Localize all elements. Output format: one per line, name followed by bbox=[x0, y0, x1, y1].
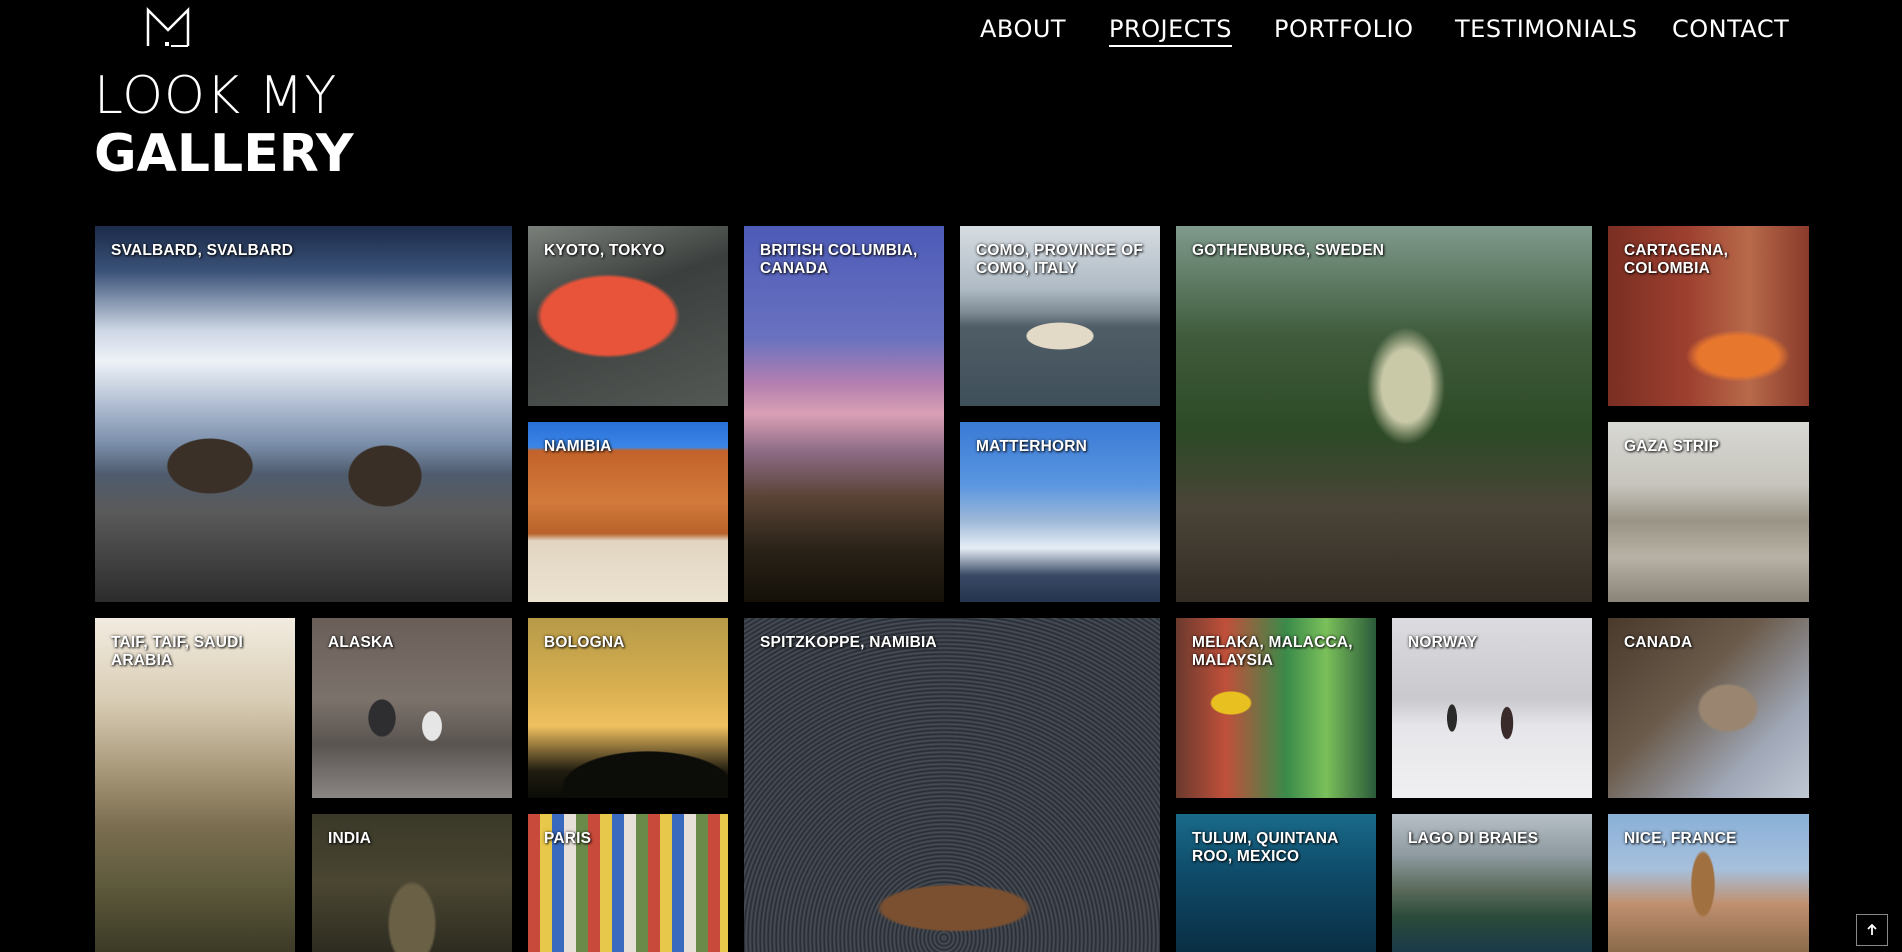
tile-label: NICE, FRANCE bbox=[1624, 830, 1737, 847]
gallery-tile-alaska[interactable]: ALASKA bbox=[312, 618, 512, 798]
page-title: LOOK MY GALLERY bbox=[94, 70, 354, 182]
nav-projects[interactable]: PROJECTS bbox=[1109, 14, 1232, 47]
tile-label: PARIS bbox=[544, 830, 592, 847]
gallery-tile-canada[interactable]: CANADA bbox=[1608, 618, 1809, 798]
gallery-tile-india[interactable]: INDIA bbox=[312, 814, 512, 952]
tile-label: MATTERHORN bbox=[976, 438, 1088, 455]
nav-about[interactable]: ABOUT bbox=[980, 14, 1066, 44]
tile-label: GAZA STRIP bbox=[1624, 438, 1720, 455]
tile-label: BOLOGNA bbox=[544, 634, 625, 651]
tile-label: NORWAY bbox=[1408, 634, 1478, 651]
tile-label: TAIF, TAIF, SAUDI ARABIA bbox=[111, 634, 243, 669]
arrow-up-icon bbox=[1867, 923, 1877, 935]
site-logo[interactable] bbox=[145, 6, 191, 48]
tile-label: SVALBARD, SVALBARD bbox=[111, 242, 294, 259]
gallery-tile-cartagena[interactable]: CARTAGENA, COLOMBIA bbox=[1608, 226, 1809, 406]
gallery-tile-british-columbia[interactable]: BRITISH COLUMBIA, CANADA bbox=[744, 226, 944, 602]
photo-mountain-clouds bbox=[744, 226, 944, 602]
tile-label: CARTAGENA, COLOMBIA bbox=[1624, 242, 1729, 277]
nav-contact[interactable]: CONTACT bbox=[1672, 14, 1789, 44]
title-line-bold: GALLERY bbox=[94, 124, 354, 184]
gallery-tile-tulum[interactable]: TULUM, QUINTANA ROO, MEXICO bbox=[1176, 814, 1376, 952]
gallery-tile-spitzkoppe[interactable]: SPITZKOPPE, NAMIBIA bbox=[744, 618, 1160, 952]
monogram-m-logo-icon bbox=[146, 6, 190, 47]
tile-label: KYOTO, TOKYO bbox=[544, 242, 665, 259]
gallery-tile-como[interactable]: COMO, PROVINCE OF COMO, ITALY bbox=[960, 226, 1160, 406]
gallery-tile-lago-di-braies[interactable]: LAGO DI BRAIES bbox=[1392, 814, 1592, 952]
photo-star-trails bbox=[744, 618, 1160, 952]
nav-testimonials[interactable]: TESTIMONIALS bbox=[1455, 14, 1637, 44]
gallery-tile-gaza[interactable]: GAZA STRIP bbox=[1608, 422, 1809, 602]
tile-label: NAMIBIA bbox=[544, 438, 612, 455]
title-line-light: LOOK MY bbox=[94, 66, 338, 126]
tile-label: COMO, PROVINCE OF COMO, ITALY bbox=[976, 242, 1144, 277]
tile-label: INDIA bbox=[328, 830, 372, 847]
gallery-tile-namibia[interactable]: NAMIBIA bbox=[528, 422, 728, 602]
gallery-tile-gothenburg[interactable]: GOTHENBURG, SWEDEN bbox=[1176, 226, 1592, 602]
tile-label: MELAKA, MALACCA, MALAYSIA bbox=[1192, 634, 1353, 669]
gallery-tile-norway[interactable]: NORWAY bbox=[1392, 618, 1592, 798]
tile-label: TULUM, QUINTANA ROO, MEXICO bbox=[1192, 830, 1338, 865]
gallery-tile-matterhorn[interactable]: MATTERHORN bbox=[960, 422, 1160, 602]
gallery-tile-melaka[interactable]: MELAKA, MALACCA, MALAYSIA bbox=[1176, 618, 1376, 798]
gallery-tile-paris[interactable]: PARIS bbox=[528, 814, 728, 952]
nav-portfolio[interactable]: PORTFOLIO bbox=[1274, 14, 1414, 44]
gallery-tile-taif[interactable]: TAIF, TAIF, SAUDI ARABIA bbox=[95, 618, 295, 952]
gallery-tile-bologna[interactable]: BOLOGNA bbox=[528, 618, 728, 798]
tile-label: ALASKA bbox=[328, 634, 394, 651]
photo-greenhouse bbox=[1176, 226, 1592, 602]
gallery-tile-svalbard[interactable]: SVALBARD, SVALBARD bbox=[95, 226, 512, 602]
gallery-tile-kyoto[interactable]: KYOTO, TOKYO bbox=[528, 226, 728, 406]
tile-label: GOTHENBURG, SWEDEN bbox=[1192, 242, 1385, 259]
walrus-shapes bbox=[95, 226, 512, 602]
tile-label: LAGO DI BRAIES bbox=[1408, 830, 1539, 847]
scroll-to-top-button[interactable] bbox=[1856, 914, 1888, 946]
tile-label: BRITISH COLUMBIA, CANADA bbox=[760, 242, 918, 277]
tile-label: SPITZKOPPE, NAMIBIA bbox=[760, 634, 937, 651]
tile-label: CANADA bbox=[1624, 634, 1693, 651]
gallery-tile-nice[interactable]: NICE, FRANCE bbox=[1608, 814, 1809, 952]
